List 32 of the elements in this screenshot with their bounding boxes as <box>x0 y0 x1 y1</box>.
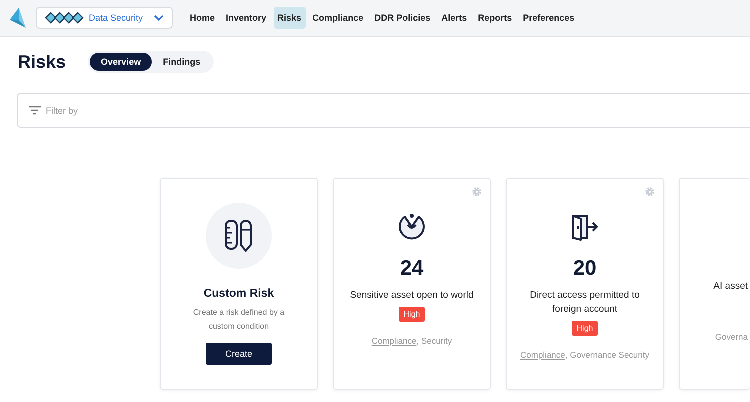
risk-count: 20 <box>573 257 597 281</box>
filter-field[interactable]: Filter by <box>17 93 750 128</box>
settings-icon[interactable] <box>645 187 655 197</box>
view-tab[interactable]: Findings <box>152 53 212 71</box>
nav-tab[interactable]: Risks <box>274 7 306 29</box>
risk-title: Direct access permitted to foreign account <box>529 289 641 317</box>
nav-tab[interactable]: Reports <box>474 7 516 29</box>
nav-tab[interactable]: Alerts <box>438 7 472 29</box>
category-text: , Security <box>416 336 452 346</box>
card-description: Create a risk defined by a custom condition <box>192 307 286 333</box>
filter-icon <box>29 106 41 115</box>
category-text: , Governance Security <box>565 350 650 360</box>
product-dropdown[interactable]: Data Security <box>36 7 173 29</box>
nav-tab[interactable]: Preferences <box>519 7 579 29</box>
create-button[interactable]: Create <box>206 343 272 366</box>
logo-icon[interactable] <box>10 8 26 28</box>
nav-tab[interactable]: DDR Policies <box>370 7 435 29</box>
product-logo-icon <box>45 12 85 24</box>
risk-count: 24 <box>400 257 424 281</box>
caret-icon <box>154 15 164 21</box>
nav-tab[interactable]: Home <box>186 7 220 29</box>
nav-tab[interactable]: Compliance <box>308 7 368 29</box>
severity-badge: High <box>398 306 426 322</box>
page-title: Risks <box>18 52 66 72</box>
nav-tab[interactable]: Inventory <box>222 7 271 29</box>
severity-badge: High <box>572 320 598 336</box>
card-title: Custom Risk <box>204 288 274 300</box>
settings-icon[interactable] <box>472 187 482 197</box>
category-text: Governa <box>715 332 748 342</box>
risk-title: Sensitive asset open to world <box>349 289 475 303</box>
view-tab[interactable]: Overview <box>90 53 152 71</box>
risk-title: AI asset <box>714 280 748 294</box>
